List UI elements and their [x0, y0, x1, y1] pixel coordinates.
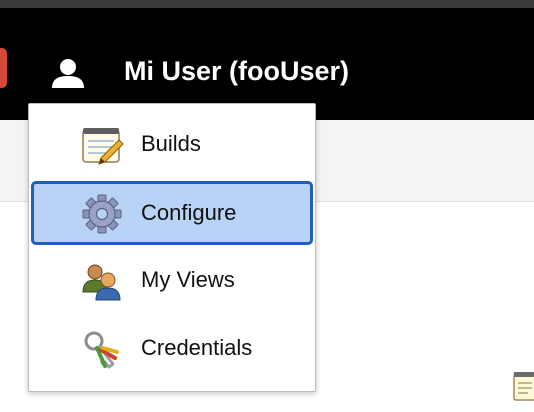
menu-item-label: Credentials — [141, 335, 253, 360]
menu-item-label: My Views — [141, 267, 235, 292]
menu-item-label: Builds — [141, 131, 201, 156]
user-dropdown-menu: Builds Configure My Views Credentials — [28, 103, 316, 392]
notepad-icon[interactable] — [512, 368, 534, 402]
keys-icon — [84, 331, 119, 369]
gear-icon — [82, 194, 122, 234]
users-icon — [82, 264, 121, 301]
user-icon[interactable] — [48, 54, 88, 94]
menu-item-configure[interactable]: Configure — [31, 181, 313, 245]
logo-icon[interactable] — [0, 48, 7, 88]
notepad-icon — [82, 128, 124, 165]
user-name-link[interactable]: Mi User (fooUser) — [124, 54, 349, 88]
menu-item-credentials[interactable]: Credentials — [31, 316, 313, 380]
menu-item-builds[interactable]: Builds — [31, 112, 313, 176]
menu-item-my-views[interactable]: My Views — [31, 248, 313, 312]
top-strip — [0, 0, 534, 8]
menu-item-label: Configure — [141, 200, 237, 225]
